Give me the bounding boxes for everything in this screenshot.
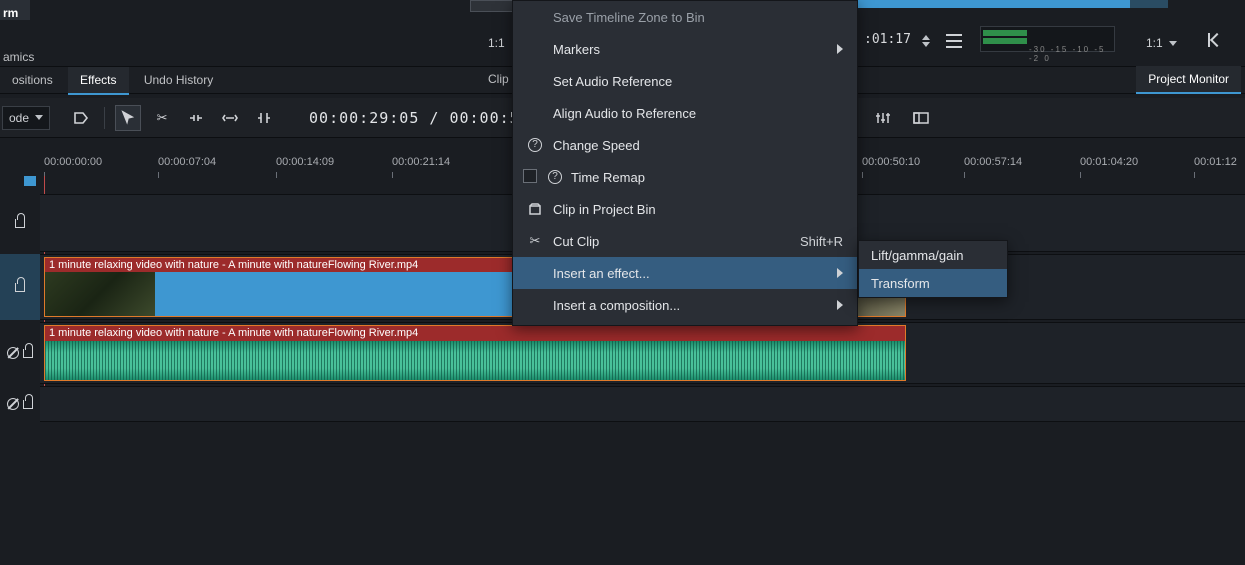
monitor-menu-icon[interactable] (946, 34, 962, 48)
mute-icon[interactable] (7, 347, 19, 359)
menu-cut-clip[interactable]: ✂Cut ClipShift+R (513, 225, 857, 257)
audio-waveform (45, 341, 905, 380)
menu-insert-composition[interactable]: Insert a composition... (513, 289, 857, 321)
track-header-v1[interactable] (0, 254, 40, 320)
panel-title-fragment: rm (3, 6, 18, 20)
menu-set-audio-reference[interactable]: Set Audio Reference (513, 65, 857, 97)
lock-icon[interactable] (23, 349, 33, 358)
menu-align-audio[interactable]: Align Audio to Reference (513, 97, 857, 129)
ruler-tick: 00:01:12 (1194, 156, 1237, 168)
help-icon: ? (528, 138, 542, 152)
chevron-right-icon (837, 300, 843, 310)
chevron-down-icon (35, 115, 43, 120)
menu-clip-in-project-bin[interactable]: Clip in Project Bin (513, 193, 857, 225)
ruler-tick: 00:00:57:14 (964, 156, 1022, 168)
selection-tool[interactable] (115, 105, 141, 131)
clip-thumbnail-in (45, 272, 155, 316)
slip-tool[interactable] (217, 105, 243, 131)
insert-effect-submenu: Lift/gamma/gain Transform (858, 240, 1008, 298)
chevron-right-icon (837, 268, 843, 278)
bin-icon (527, 201, 543, 217)
ruler-tick: 00:00:14:09 (276, 156, 334, 168)
track-header-a1[interactable] (0, 322, 40, 384)
project-monitor-scrub-tail[interactable] (1130, 0, 1168, 8)
ruler-tick: 00:00:21:14 (392, 156, 450, 168)
edit-mode-combo[interactable]: ode (2, 106, 50, 130)
project-monitor-zoom[interactable]: 1:1 (1140, 32, 1183, 54)
menu-save-timeline-zone[interactable]: Save Timeline Zone to Bin (513, 1, 857, 33)
project-monitor-timecode[interactable]: :01:17 (864, 32, 911, 47)
track-header-column (0, 138, 40, 565)
razor-tool[interactable]: ✂ (149, 105, 175, 131)
menu-change-speed[interactable]: ?Change Speed (513, 129, 857, 161)
submenu-transform[interactable]: Transform (859, 269, 1007, 297)
checkbox-icon[interactable] (523, 169, 537, 183)
timeline-timecode[interactable]: 00:00:29:05 / 00:00:54: (309, 109, 540, 127)
mute-icon[interactable] (7, 398, 19, 410)
shortcut-label: Shift+R (800, 234, 843, 249)
lock-icon[interactable] (15, 219, 25, 228)
tab-undo-history[interactable]: Undo History (132, 67, 225, 95)
monitor-marker-icon[interactable] (1208, 30, 1226, 50)
tab-effects[interactable]: Effects (68, 67, 128, 95)
ruler-tick: 00:01:04:20 (1080, 156, 1138, 168)
chevron-right-icon (837, 44, 843, 54)
clip-title: 1 minute relaxing video with nature - A … (45, 326, 905, 341)
audio-track-2[interactable] (40, 386, 1245, 422)
lock-icon[interactable] (23, 400, 33, 409)
chevron-down-icon (1169, 41, 1177, 46)
clip-context-menu: Save Timeline Zone to Bin Markers Set Au… (512, 0, 858, 326)
ripple-tool[interactable] (251, 105, 277, 131)
audio-meter-scale: -30 -15 -10 -5 -2 0 (1029, 45, 1114, 63)
audio-clip[interactable]: 1 minute relaxing video with nature - A … (44, 325, 906, 381)
project-monitor-scrub[interactable] (858, 0, 1132, 8)
audio-meter: -30 -15 -10 -5 -2 0 (980, 26, 1115, 52)
audio-track-1[interactable]: 1 minute relaxing video with nature - A … (40, 322, 1245, 384)
show-video-thumbs-icon[interactable] (909, 106, 933, 130)
track-header-v2[interactable] (0, 194, 40, 252)
menu-markers[interactable]: Markers (513, 33, 857, 65)
lock-icon[interactable] (15, 283, 25, 292)
mixer-icon[interactable] (871, 106, 895, 130)
separator (104, 107, 105, 129)
track-header-a2[interactable] (0, 386, 40, 422)
panel-title-fragment2: amics (3, 50, 34, 64)
ruler-tick: 00:00:50:10 (862, 156, 920, 168)
timecode-spinbox[interactable] (922, 30, 938, 52)
timeline-empty-area[interactable] (40, 422, 1245, 462)
spacer-tool[interactable] (183, 105, 209, 131)
tab-compositions[interactable]: ositions (0, 67, 65, 95)
ruler-tick: 00:00:07:04 (158, 156, 216, 168)
tab-project-monitor[interactable]: Project Monitor (1136, 66, 1241, 94)
scissors-icon: ✂ (527, 233, 543, 249)
submenu-lift-gamma-gain[interactable]: Lift/gamma/gain (859, 241, 1007, 269)
menu-time-remap[interactable]: ?Time Remap (513, 161, 857, 193)
track-compositing-icon[interactable] (68, 105, 94, 131)
clip-monitor-zoom[interactable]: 1:1 (480, 32, 513, 54)
ruler-tick: 00:00:00:00 (44, 156, 102, 168)
help-icon: ? (548, 170, 562, 184)
menu-insert-effect[interactable]: Insert an effect... (513, 257, 857, 289)
edit-mode-label: ode (9, 111, 29, 125)
